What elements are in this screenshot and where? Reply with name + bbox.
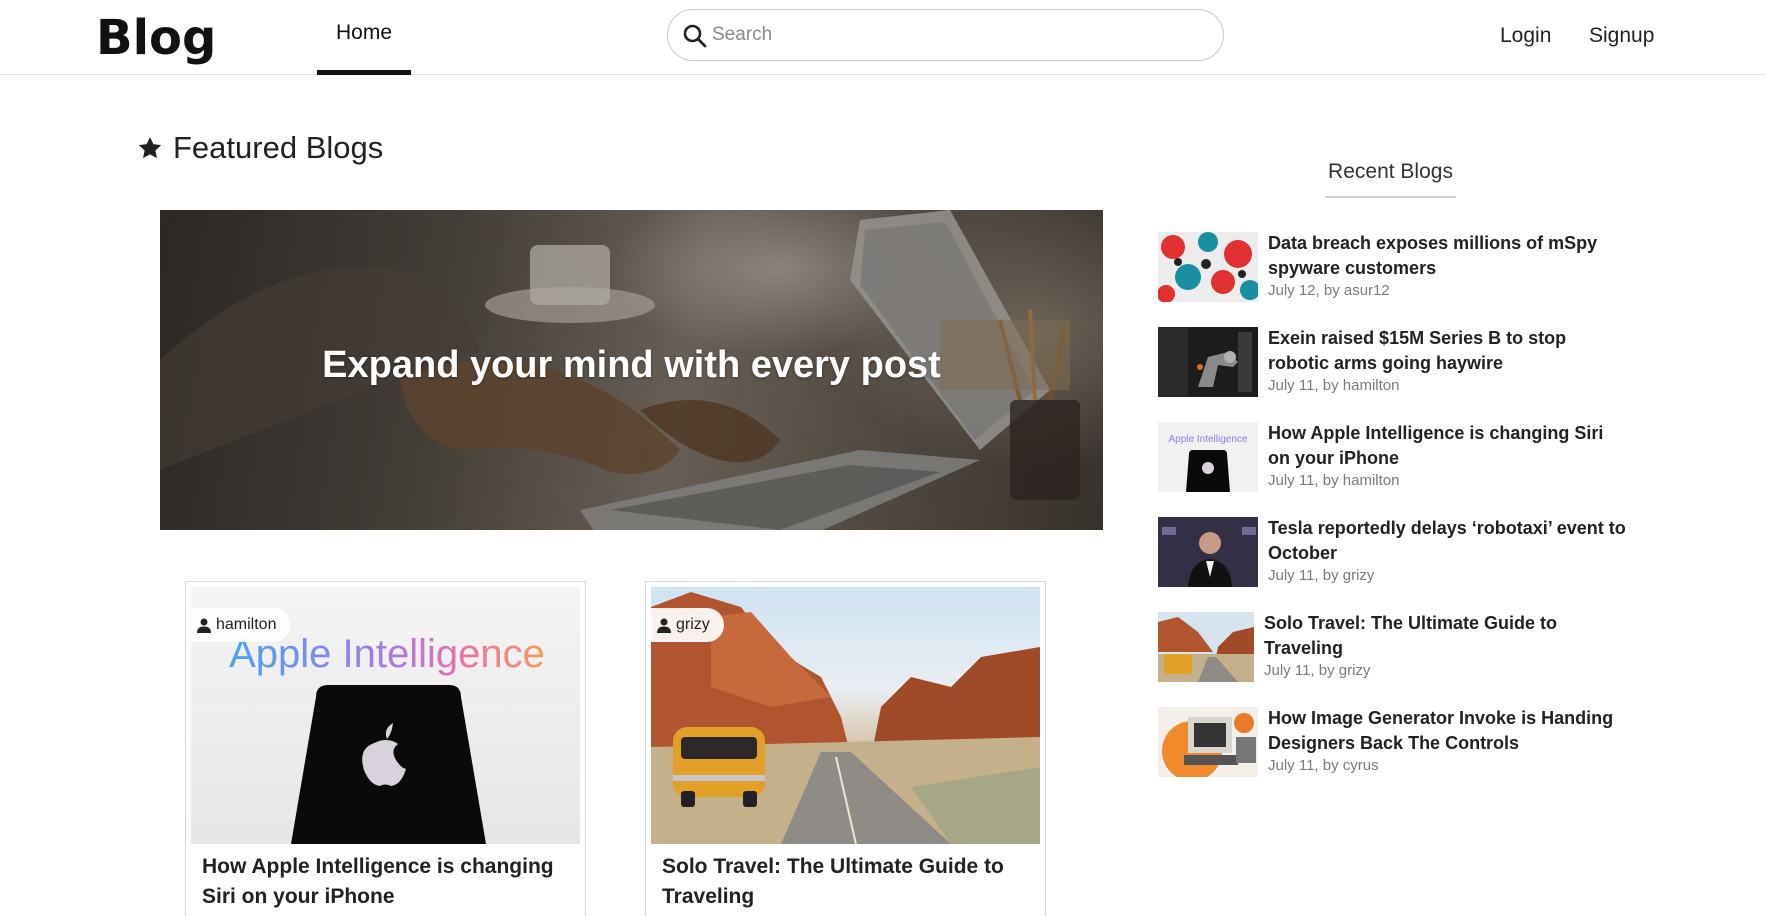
recent-blog-item[interactable]: Exein raised $15M Series B to stop robot… [1157, 326, 1627, 398]
login-link[interactable]: Login [1500, 24, 1551, 48]
card-title[interactable]: How Apple Intelligence is changing Siri … [202, 852, 572, 912]
recent-meta: July 11, by grizy [1268, 567, 1375, 584]
recent-thumbnail: Apple Intelligence [1158, 422, 1258, 492]
navbar: Blog Home Login Signup [0, 0, 1765, 75]
search-bar[interactable] [667, 9, 1224, 61]
recent-thumbnail [1158, 232, 1258, 302]
recent-meta: July 11, by hamilton [1268, 472, 1400, 489]
card-title[interactable]: Solo Travel: The Ultimate Guide to Trave… [662, 852, 1032, 912]
card-image: grizy [651, 587, 1040, 844]
card-author-badge: grizy [651, 608, 724, 642]
recent-title[interactable]: Solo Travel: The Ultimate Guide to Trave… [1264, 611, 1624, 661]
recent-title[interactable]: How Apple Intelligence is changing Siri … [1268, 421, 1628, 471]
recent-title[interactable]: Data breach exposes millions of mSpy spy… [1268, 231, 1628, 281]
nav-home-tab[interactable]: Home [317, 0, 411, 75]
card-author-badge: hamilton [191, 608, 291, 642]
recent-blog-item[interactable]: How Image Generator Invoke is Handing De… [1157, 706, 1627, 778]
recent-blog-item[interactable]: Solo Travel: The Ultimate Guide to Trave… [1157, 611, 1627, 683]
site-logo[interactable]: Blog [96, 10, 216, 66]
card-author: hamilton [216, 616, 277, 633]
featured-title: Featured Blogs [173, 130, 384, 165]
recent-title[interactable]: Tesla reportedly delays ‘robotaxi’ event… [1268, 516, 1628, 566]
thumb-text: Apple Intelligence [1169, 434, 1248, 445]
recent-meta: July 11, by cyrus [1268, 757, 1379, 774]
recent-title[interactable]: How Image Generator Invoke is Handing De… [1268, 706, 1628, 756]
signup-link[interactable]: Signup [1589, 24, 1654, 48]
recent-thumbnail [1158, 327, 1258, 397]
recent-meta: July 12, by asur12 [1268, 282, 1390, 299]
recent-thumbnail [1158, 612, 1254, 682]
hero-text: Expand your mind with every post [322, 343, 941, 386]
card-image: Apple Intelligence hamilton [191, 587, 580, 844]
recent-meta: July 11, by grizy [1264, 662, 1371, 679]
user-icon [197, 618, 211, 633]
recent-blogs-heading: Recent Blogs [1325, 160, 1456, 198]
user-icon [657, 618, 671, 633]
recent-blog-item[interactable]: Tesla reportedly delays ‘robotaxi’ event… [1157, 516, 1627, 588]
star-icon [138, 136, 162, 159]
card-author: grizy [676, 616, 710, 633]
recent-meta: July 11, by hamilton [1268, 377, 1400, 394]
recent-blog-item[interactable]: Apple Intelligence How Apple Intelligenc… [1157, 421, 1627, 493]
search-icon [683, 24, 707, 48]
featured-card[interactable]: Apple Intelligence hamilton How Apple In… [185, 581, 586, 916]
recent-title[interactable]: Exein raised $15M Series B to stop robot… [1268, 326, 1628, 376]
featured-card[interactable]: grizy Solo Travel: The Ultimate Guide to… [645, 581, 1046, 916]
hero-banner[interactable]: Expand your mind with every post [160, 210, 1103, 530]
recent-blog-item[interactable]: Data breach exposes millions of mSpy spy… [1157, 231, 1627, 303]
featured-heading: Featured Blogs [137, 130, 383, 166]
search-input[interactable] [712, 20, 1192, 50]
recent-thumbnail [1158, 517, 1258, 587]
recent-thumbnail [1158, 707, 1258, 777]
